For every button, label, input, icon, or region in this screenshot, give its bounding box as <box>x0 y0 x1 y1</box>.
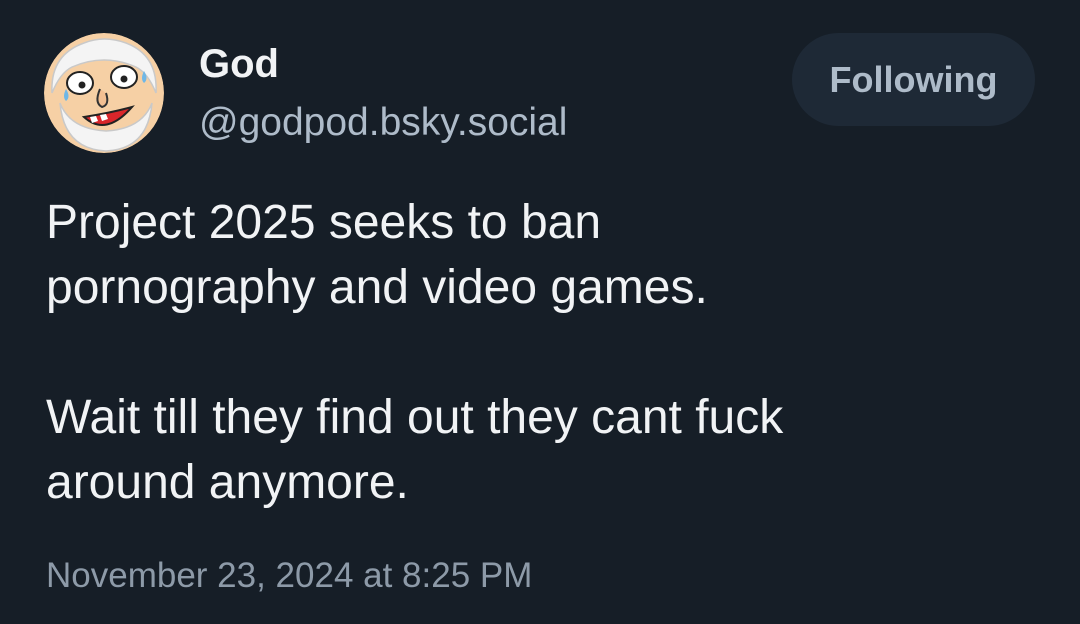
post-timestamp[interactable]: November 23, 2024 at 8:25 PM <box>46 554 532 598</box>
author-avatar[interactable] <box>44 33 164 153</box>
post-body: Project 2025 seeks to ban pornography an… <box>46 190 1046 515</box>
author-handle[interactable]: @godpod.bsky.social <box>199 99 567 147</box>
post-paragraph: Wait till they find out they cant fuck a… <box>46 391 784 509</box>
following-button[interactable]: Following <box>792 33 1035 126</box>
author-display-name[interactable]: God <box>199 40 279 88</box>
post-paragraph: Project 2025 seeks to ban pornography an… <box>46 196 708 314</box>
bearded-god-cartoon-avatar-icon <box>44 33 164 153</box>
